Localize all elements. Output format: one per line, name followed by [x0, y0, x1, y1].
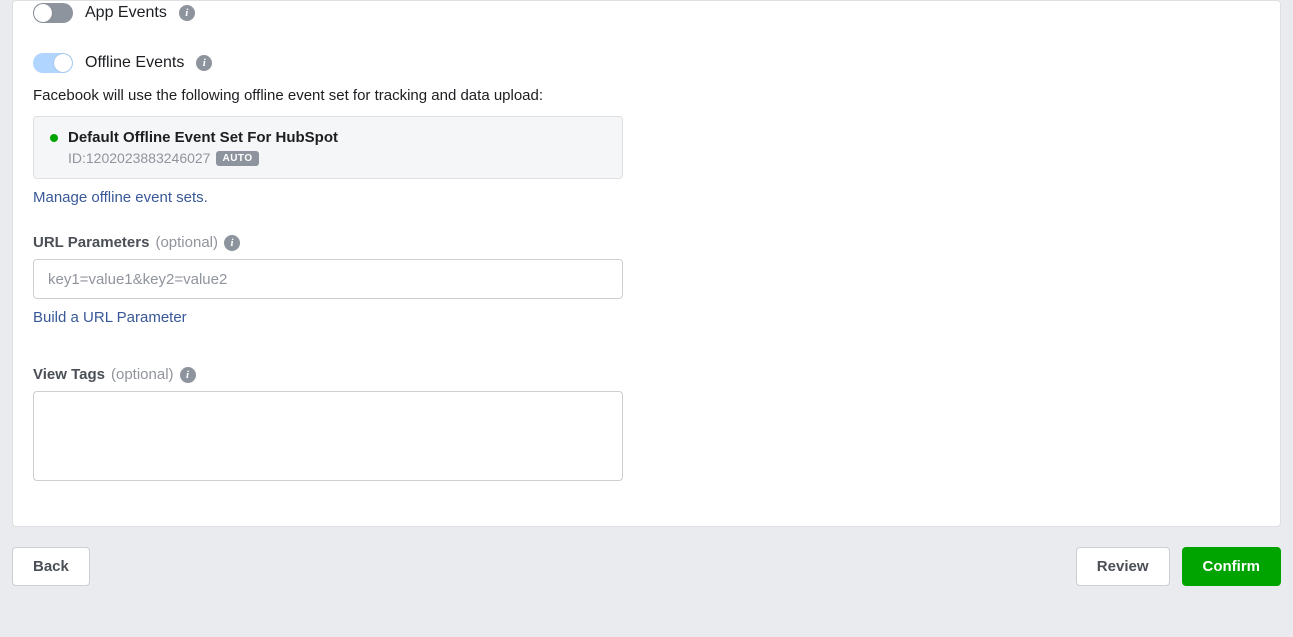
event-set-box: Default Offline Event Set For HubSpot ID… [33, 116, 623, 179]
confirm-button[interactable]: Confirm [1182, 547, 1282, 586]
build-url-link[interactable]: Build a URL Parameter [33, 309, 187, 326]
back-button[interactable]: Back [12, 547, 90, 586]
offline-description: Facebook will use the following offline … [33, 87, 1260, 104]
app-events-label: App Events [85, 4, 167, 22]
auto-badge: AUTO [216, 151, 258, 166]
event-set-id: ID:1202023883246027 [68, 150, 210, 166]
view-tags-input[interactable] [33, 391, 623, 481]
info-icon[interactable]: i [180, 367, 196, 383]
view-tags-label: View Tags (optional) i [33, 366, 1260, 383]
info-icon[interactable]: i [224, 235, 240, 251]
settings-card: App Events i Offline Events i Facebook w… [12, 0, 1281, 527]
app-events-toggle[interactable] [33, 3, 73, 23]
app-events-row: App Events i [33, 1, 1260, 23]
info-icon[interactable]: i [179, 5, 195, 21]
status-dot-icon [50, 134, 58, 142]
url-params-label: URL Parameters (optional) i [33, 234, 1260, 251]
url-params-input[interactable] [33, 259, 623, 299]
offline-events-label: Offline Events [85, 54, 184, 72]
offline-events-row: Offline Events i [33, 53, 1260, 73]
event-set-title: Default Offline Event Set For HubSpot [68, 129, 338, 146]
footer-bar: Back Review Confirm [0, 527, 1293, 586]
offline-events-toggle[interactable] [33, 53, 73, 73]
manage-offline-link[interactable]: Manage offline event sets. [33, 189, 208, 206]
info-icon[interactable]: i [196, 55, 212, 71]
review-button[interactable]: Review [1076, 547, 1170, 586]
